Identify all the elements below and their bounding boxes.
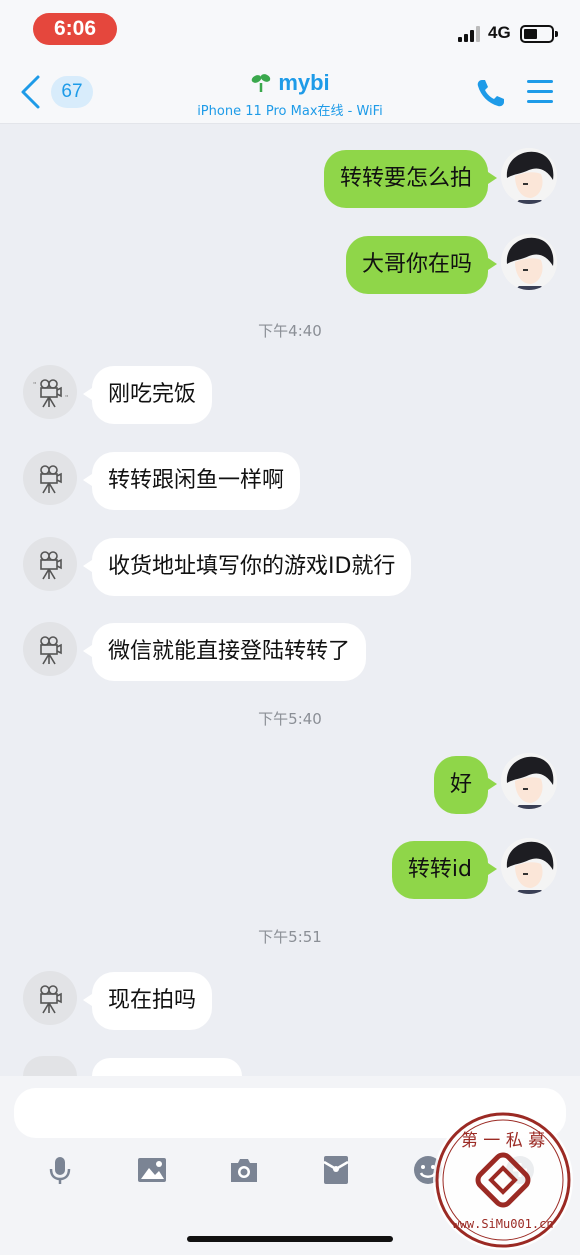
camera-tripod-avatar-icon — [40, 465, 62, 494]
message-bubble-outgoing[interactable]: 大哥你在吗 — [345, 236, 498, 294]
back-icon[interactable] — [18, 74, 44, 110]
message-bubble-outgoing[interactable]: 转转id — [391, 841, 498, 899]
network-type: 4G — [488, 23, 511, 42]
contact-avatar[interactable] — [23, 451, 77, 505]
camera-tripod-avatar-icon: " " — [33, 379, 68, 408]
anime-avatar-icon — [501, 838, 557, 894]
camera-tripod-avatar-icon — [40, 636, 62, 665]
image-icon[interactable] — [136, 1154, 168, 1186]
anime-avatar-icon — [501, 234, 557, 290]
device-status: iPhone 11 Pro Max在线 - WiFi — [197, 104, 383, 119]
message-timestamp: 下午5:51 — [258, 928, 322, 946]
contact-avatar[interactable] — [23, 537, 77, 591]
message-bubble-incoming[interactable]: 收货地址填写你的游戏ID就行 — [82, 538, 412, 596]
message-bubble-incoming-partial[interactable] — [83, 1058, 242, 1094]
microphone-icon[interactable] — [44, 1154, 76, 1186]
message-bubble-incoming[interactable]: 刚吃完饭 — [82, 366, 213, 424]
menu-icon[interactable] — [527, 80, 553, 104]
svg-text:": " — [33, 381, 36, 389]
watermark-text-bottom: www.SiMu001.cn — [452, 1217, 553, 1231]
message-bubble-outgoing[interactable]: 好 — [433, 756, 498, 814]
self-avatar[interactable] — [501, 234, 557, 290]
phone-icon[interactable] — [474, 76, 508, 110]
sprout-icon — [252, 74, 271, 92]
camera-icon[interactable] — [228, 1154, 260, 1186]
contact-name: mybi — [278, 70, 330, 95]
chat-header: 67 mybi iPhone 11 Pro Max在线 - WiFi — [0, 62, 580, 124]
message-bubble-incoming[interactable]: 现在拍吗 — [82, 972, 213, 1030]
camera-tripod-avatar-icon — [40, 551, 62, 580]
message-bubble-outgoing[interactable]: 转转要怎么拍 — [323, 150, 498, 208]
anime-avatar-icon — [501, 148, 557, 204]
contact-avatar[interactable] — [23, 622, 77, 676]
self-avatar[interactable] — [501, 838, 557, 894]
camera-tripod-avatar-icon — [40, 985, 62, 1014]
self-avatar[interactable] — [501, 148, 557, 204]
status-bar: 6:06 4G — [0, 0, 580, 62]
contact-avatar[interactable]: " " — [23, 365, 77, 419]
contact-avatar[interactable] — [23, 1056, 77, 1076]
chat-title-area[interactable]: mybi iPhone 11 Pro Max在线 - WiFi — [150, 70, 430, 119]
unread-badge[interactable]: 67 — [51, 76, 93, 108]
contact-name-row: mybi — [250, 70, 330, 96]
watermark-text-top: 第 一 私 募 — [461, 1131, 545, 1151]
anime-avatar-icon — [501, 753, 557, 809]
message-timestamp: 下午4:40 — [258, 322, 322, 340]
watermark-logo-icon: 第 一 私 募 www.SiMu001.cn — [435, 1112, 571, 1248]
status-time: 6:06 — [33, 13, 117, 45]
self-avatar[interactable] — [501, 753, 557, 809]
home-indicator[interactable] — [187, 1236, 393, 1242]
message-bubble-incoming[interactable]: 转转跟闲鱼一样啊 — [82, 452, 301, 510]
signal-icon — [458, 26, 482, 42]
watermark-stamp: 第 一 私 募 www.SiMu001.cn — [433, 1110, 573, 1250]
red-packet-icon[interactable] — [320, 1154, 352, 1186]
svg-text:": " — [65, 394, 68, 402]
message-bubble-incoming[interactable]: 微信就能直接登陆转转了 — [82, 623, 367, 681]
contact-avatar[interactable] — [23, 971, 77, 1025]
battery-icon — [520, 25, 558, 43]
message-timestamp: 下午5:40 — [258, 710, 322, 728]
